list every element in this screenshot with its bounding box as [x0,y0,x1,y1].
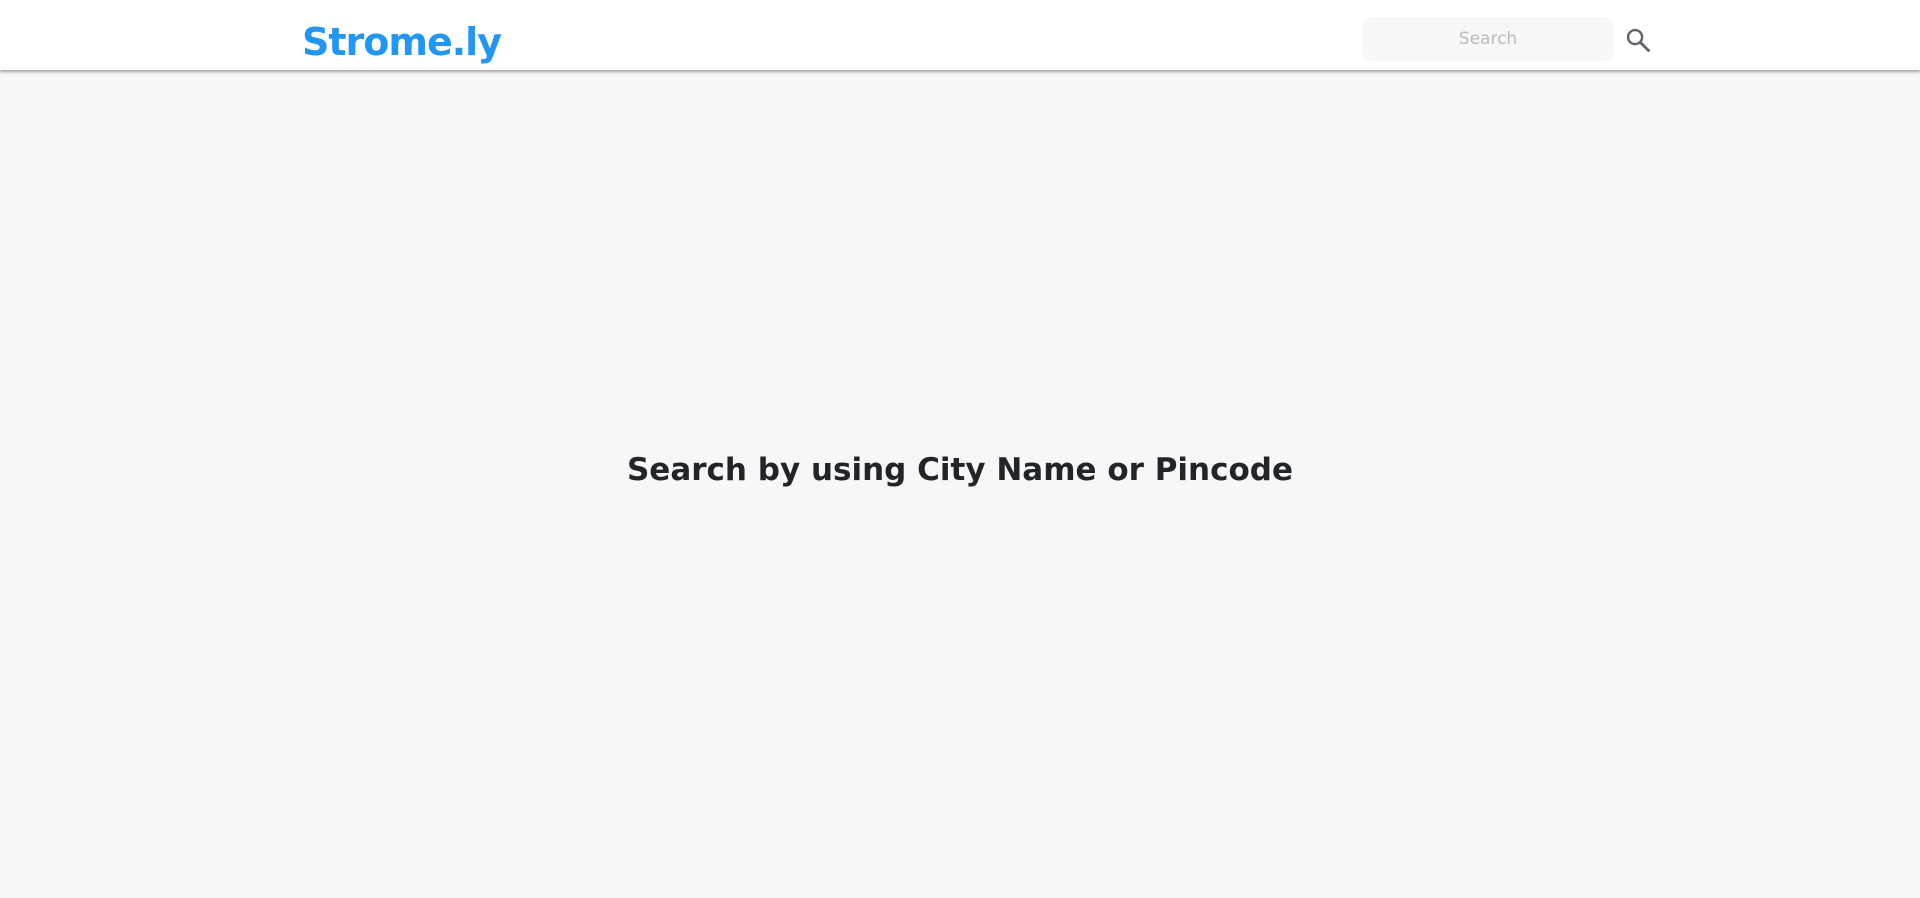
search-icon [1626,28,1650,52]
search-button[interactable] [1624,26,1652,54]
search-prompt-heading: Search by using City Name or Pincode [626,452,1294,488]
brand-logo-link[interactable]: Strome.ly [302,19,502,65]
navbar: Strome.ly [0,0,1920,70]
main-content: Search by using City Name or Pincode [0,70,1920,898]
search-input[interactable] [1363,17,1613,61]
